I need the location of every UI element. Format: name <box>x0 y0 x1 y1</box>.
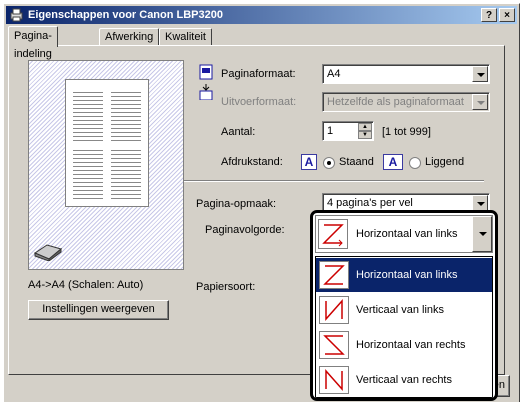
view-settings-button[interactable]: Instellingen weergeven <box>28 300 169 320</box>
n-order-left-icon <box>319 296 349 324</box>
page-order-select[interactable]: Horizontaal van links <box>315 215 493 253</box>
orientation-label: Afdrukstand: <box>221 156 283 168</box>
page-order-label: Paginavolgorde: <box>205 224 285 236</box>
close-button[interactable]: × <box>499 8 515 22</box>
tab-kwaliteit[interactable]: Kwaliteit <box>159 28 212 46</box>
copies-label: Aantal: <box>221 126 256 138</box>
preview-page-2 <box>111 92 141 142</box>
portrait-icon: A <box>301 154 317 170</box>
preview-page-4 <box>111 150 141 200</box>
title-bar: Eigenschappen voor Canon LBP3200 ? × <box>6 6 517 24</box>
list-item[interactable]: Verticaal van rechts <box>316 363 492 397</box>
page-layout-label: Pagina-opmaak: <box>196 198 277 210</box>
window-title: Eigenschappen voor Canon LBP3200 <box>28 9 223 21</box>
page-order-dropdown: Horizontaal van links Horizontaal van li… <box>310 210 498 401</box>
output-size-select[interactable]: Hetzelfde als paginaformaat <box>322 92 490 112</box>
chevron-down-icon[interactable] <box>472 66 488 82</box>
n-order-right-icon <box>319 366 349 394</box>
list-item[interactable]: Verticaal van links <box>316 293 492 327</box>
list-item[interactable]: Horizontaal van links <box>316 258 492 292</box>
chevron-down-icon[interactable] <box>472 195 488 211</box>
output-size-value: Hetzelfde als paginaformaat <box>327 96 464 108</box>
page-layout-value: 4 pagina's per vel <box>327 197 413 209</box>
output-size-icon <box>199 84 213 100</box>
page-size-select[interactable]: A4 <box>322 64 490 84</box>
copies-stepper[interactable]: ▲ ▼ <box>358 123 372 139</box>
page-size-icon <box>199 64 213 80</box>
z-order-left-icon <box>318 219 348 249</box>
layout-preview <box>28 60 184 270</box>
list-item-label: Verticaal van links <box>356 304 445 316</box>
separator <box>184 180 484 182</box>
copies-input[interactable]: 1 ▲ ▼ <box>322 121 374 141</box>
scale-label: A4->A4 (Schalen: Auto) <box>28 279 144 291</box>
chevron-down-icon[interactable] <box>472 216 492 252</box>
copies-value: 1 <box>327 125 334 137</box>
printer-icon <box>10 8 23 22</box>
preview-page-1 <box>73 92 103 142</box>
z-order-left-icon <box>319 261 349 289</box>
landscape-icon: A <box>383 154 403 170</box>
page-size-value: A4 <box>327 68 341 80</box>
z-order-right-icon <box>319 331 349 359</box>
page-order-value: Horizontaal van links <box>356 228 458 240</box>
page-size-label: Paginaformaat: <box>221 68 296 80</box>
copies-range: [1 tot 999] <box>382 126 431 138</box>
preview-page <box>65 79 149 207</box>
list-item-label: Horizontaal van links <box>356 269 458 281</box>
landscape-label: Liggend <box>425 156 465 168</box>
list-item-label: Verticaal van rechts <box>356 374 452 386</box>
tab-pagina-indeling[interactable]: Pagina-indeling <box>8 26 58 60</box>
chevron-down-icon[interactable] <box>472 94 488 110</box>
paper-source-label: Papiersoort: <box>196 281 256 293</box>
printer-tray-icon <box>33 244 63 261</box>
tab-afwerking[interactable]: Afwerking <box>99 28 160 46</box>
list-item[interactable]: Horizontaal van rechts <box>316 328 492 362</box>
preview-page-3 <box>73 150 103 200</box>
page-order-list: Horizontaal van links Verticaal van link… <box>315 256 493 398</box>
list-item-label: Horizontaal van rechts <box>356 339 466 351</box>
landscape-radio[interactable] <box>409 157 421 169</box>
help-button[interactable]: ? <box>481 8 497 22</box>
portrait-label: Staand <box>339 156 374 168</box>
output-size-label: Uitvoerformaat: <box>221 96 297 108</box>
portrait-radio[interactable] <box>323 157 335 169</box>
